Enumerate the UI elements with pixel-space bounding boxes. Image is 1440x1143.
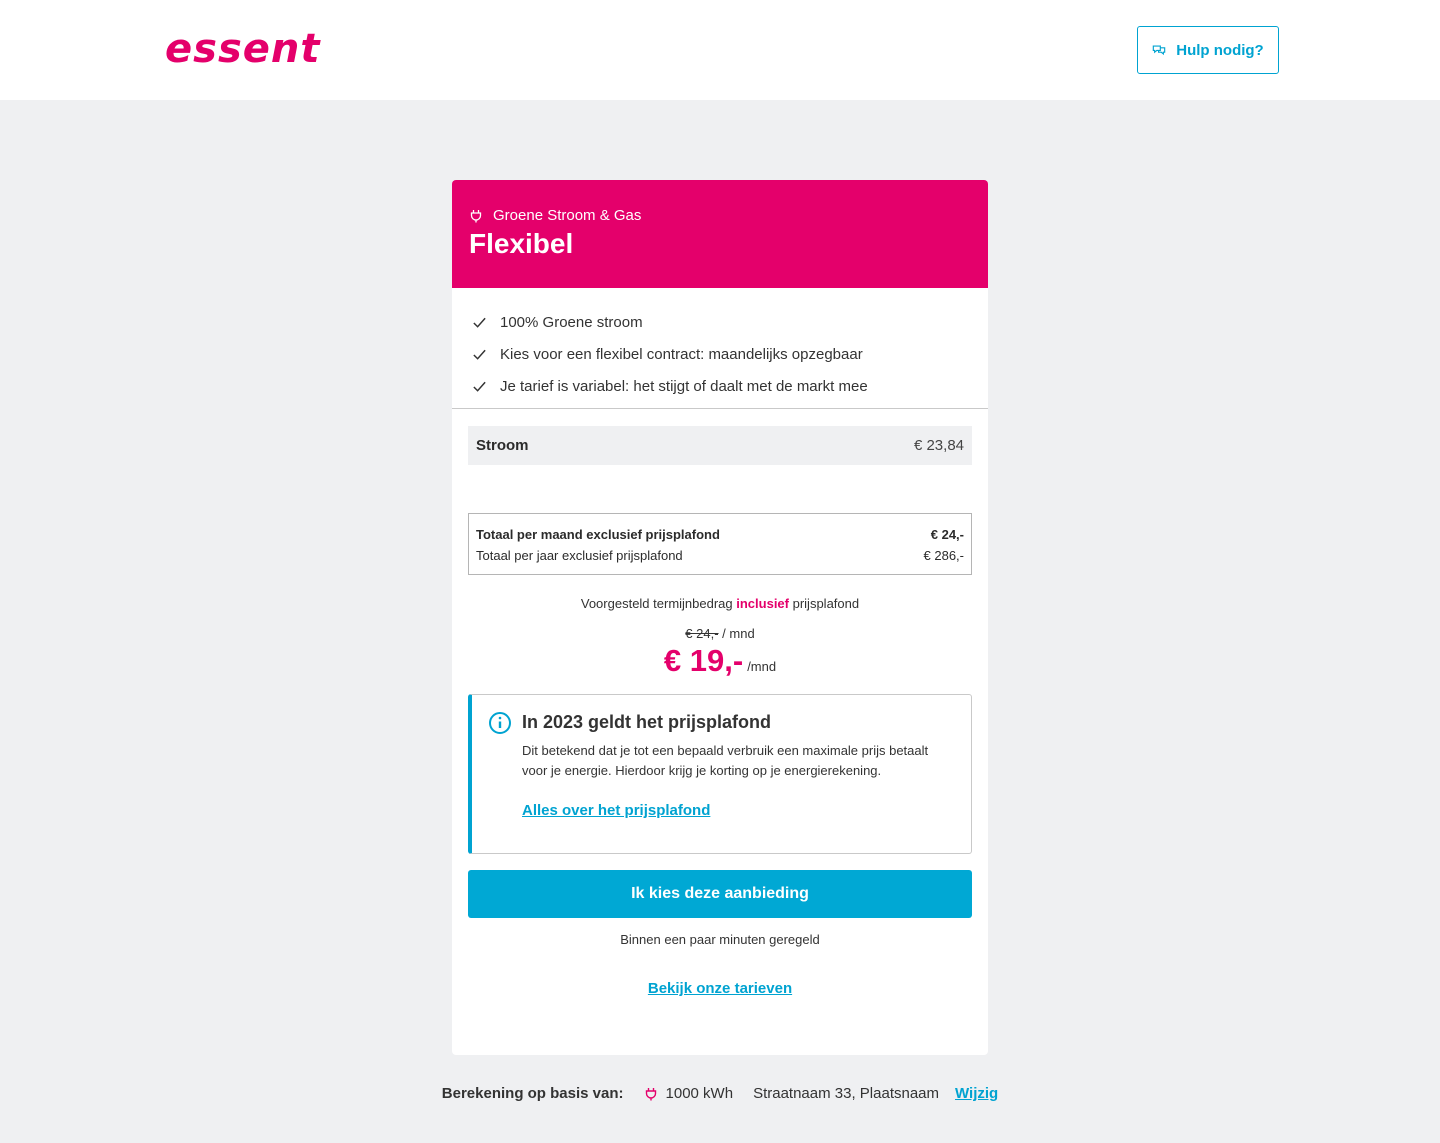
tarieven-row: Bekijk onze tarieven [452, 980, 988, 998]
old-price-unit: / mnd [722, 626, 755, 641]
info-content: In 2023 geldt het prijsplafond Dit betek… [522, 711, 957, 853]
termijn-post: prijsplafond [789, 596, 860, 611]
change-link[interactable]: Wijzig [955, 1085, 998, 1102]
help-button-label: Hulp nodig? [1176, 41, 1264, 59]
stroom-label: Stroom [476, 437, 529, 454]
choose-offer-button[interactable]: Ik kies deze aanbieding [468, 870, 972, 918]
essent-logo[interactable]: essent [165, 26, 320, 72]
total-month-row: Totaal per maand exclusief prijsplafond … [476, 524, 964, 545]
stroom-value: € 23,84 [913, 437, 964, 454]
termijn-text: Voorgesteld termijnbedrag inclusief prij… [452, 596, 988, 611]
prijsplafond-info-box: In 2023 geldt het prijsplafond Dit betek… [468, 694, 972, 854]
offer-subtitle: Groene Stroom & Gas [493, 207, 642, 224]
address-value: Straatnaam 33, Plaatsnaam [753, 1085, 940, 1102]
usp-label: Kies voor een flexibel contract: maandel… [500, 345, 863, 363]
info-body: Dit betekend dat je tot een bepaald verb… [522, 743, 929, 778]
total-year-value: € 286,- [923, 548, 964, 563]
old-price: € 24,- [685, 626, 719, 641]
usp-label: 100% Groene stroom [500, 313, 643, 331]
offer-subtitle-row: Groene Stroom & Gas [469, 207, 971, 224]
calculation-basis: Berekening op basis van: 1000 kWh Straat… [0, 1085, 1440, 1102]
calculation-label: Berekening op basis van: [441, 1085, 624, 1102]
offer-card: Groene Stroom & Gas Flexibel 100% Groene… [452, 180, 988, 1055]
info-icon [489, 712, 511, 734]
termijn-pre: Voorgesteld termijnbedrag [580, 596, 737, 611]
usp-item: Je tarief is variabel: het stijgt of daa… [472, 370, 968, 402]
usp-item: Kies voor een flexibel contract: maandel… [472, 338, 968, 370]
help-button[interactable]: Hulp nodig? [1137, 26, 1279, 74]
stroom-price-row: Stroom € 23,84 [468, 426, 972, 465]
site-header: essent Hulp nodig? [0, 0, 1440, 100]
plug-icon [470, 209, 482, 222]
termijn-accent: inclusief [736, 596, 789, 611]
chat-bubbles-icon [1152, 45, 1166, 56]
prijsplafond-link[interactable]: Alles over het prijsplafond [522, 802, 710, 819]
check-icon [473, 317, 486, 328]
usp-list: 100% Groene stroom Kies voor een flexibe… [452, 288, 988, 409]
total-year-row: Totaal per jaar exclusief prijsplafond €… [476, 545, 964, 566]
total-month-label: Totaal per maand exclusief prijsplafond [476, 527, 720, 542]
info-title: In 2023 geldt het prijsplafond [522, 712, 772, 732]
new-price-row: € 19,-/mnd [452, 643, 988, 683]
cta-note: Binnen een paar minuten geregeld [620, 932, 820, 947]
total-year-label: Totaal per jaar exclusief prijsplafond [476, 548, 683, 563]
totals-box: Totaal per maand exclusief prijsplafond … [468, 513, 972, 575]
plug-icon [645, 1087, 656, 1100]
usp-label: Je tarief is variabel: het stijgt of daa… [500, 377, 868, 395]
offer-card-header: Groene Stroom & Gas Flexibel [452, 180, 988, 288]
offer-title: Flexibel [469, 228, 574, 259]
view-rates-link[interactable]: Bekijk onze tarieven [648, 980, 792, 997]
old-price-row: € 24,- / mnd [452, 626, 988, 641]
new-price: € 19,- [663, 643, 744, 678]
total-month-value: € 24,- [930, 527, 964, 542]
usage-value: 1000 kWh [665, 1085, 734, 1102]
new-price-unit: /mnd [747, 659, 777, 674]
check-icon [473, 381, 486, 392]
check-icon [473, 349, 486, 360]
usp-item: 100% Groene stroom [472, 306, 968, 338]
